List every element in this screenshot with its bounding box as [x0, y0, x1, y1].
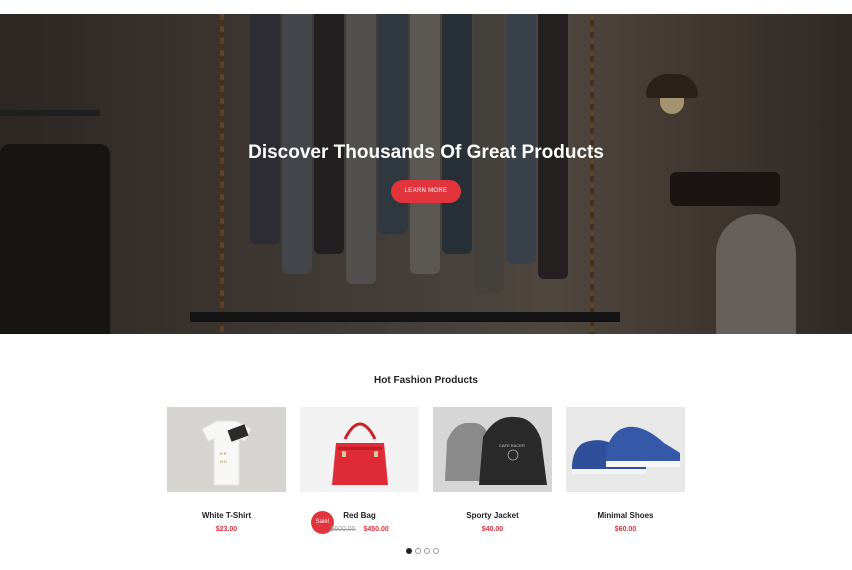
- product-name[interactable]: Red Bag: [300, 511, 419, 520]
- product-old-price: $600.00: [330, 526, 356, 533]
- handbag-icon: [300, 407, 419, 492]
- section-title: Hot Fashion Products: [374, 375, 478, 386]
- product-card-sporty-jacket[interactable]: CAFE RACER Sporty Jacket $40.00: [433, 407, 552, 533]
- product-image[interactable]: B R N D: [167, 407, 286, 492]
- hero-title: Discover Thousands Of Great Products: [248, 142, 604, 163]
- product-image[interactable]: CAFE RACER: [433, 407, 552, 492]
- product-image[interactable]: [566, 407, 685, 492]
- product-current-price: $23.00: [215, 526, 238, 533]
- svg-text:CAFE RACER: CAFE RACER: [499, 443, 525, 448]
- product-price: $40.00: [433, 526, 552, 533]
- product-name[interactable]: White T-Shirt: [167, 511, 286, 520]
- hero-banner: [0, 14, 852, 334]
- sneaker-icon: [566, 407, 685, 492]
- product-image[interactable]: [300, 407, 419, 492]
- product-price: $600.00 $450.00: [300, 526, 419, 533]
- product-current-price: $450.00: [363, 526, 389, 533]
- carousel-dot-1[interactable]: [406, 548, 412, 554]
- tshirt-icon: B R N D: [167, 407, 286, 492]
- product-price: $60.00: [566, 526, 685, 533]
- carousel-dot-3[interactable]: [424, 548, 430, 554]
- product-card-red-bag[interactable]: Sale! Red Bag $600.00 $450.00: [300, 407, 419, 534]
- hero-overlay: [0, 14, 852, 334]
- product-name[interactable]: Minimal Shoes: [566, 511, 685, 520]
- product-price: $23.00: [167, 526, 286, 533]
- hoodie-icon: CAFE RACER: [433, 407, 552, 492]
- product-current-price: $60.00: [614, 526, 637, 533]
- product-card-white-tshirt[interactable]: B R N D White T-Shirt $23.00: [167, 407, 286, 533]
- svg-text:B R: B R: [220, 451, 227, 456]
- product-name[interactable]: Sporty Jacket: [433, 511, 552, 520]
- product-card-minimal-shoes[interactable]: Minimal Shoes $60.00: [566, 407, 685, 533]
- carousel-pagination: [406, 548, 446, 556]
- svg-text:N D: N D: [220, 459, 227, 464]
- learn-more-button[interactable]: LEARN MORE: [391, 180, 461, 203]
- product-current-price: $40.00: [481, 526, 504, 533]
- carousel-dot-2[interactable]: [415, 548, 421, 554]
- carousel-dot-4[interactable]: [433, 548, 439, 554]
